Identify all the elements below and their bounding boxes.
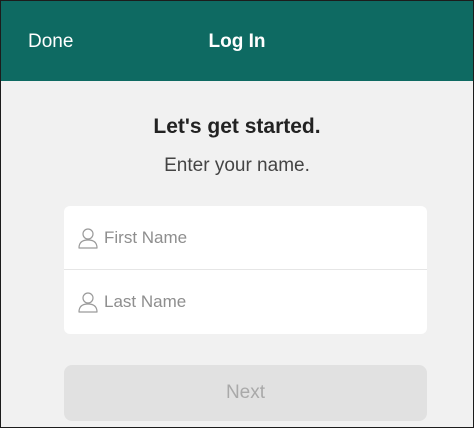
person-icon [78, 292, 98, 313]
page-heading: Let's get started. [153, 115, 321, 138]
next-button[interactable]: Next [64, 365, 427, 421]
navigation-bar: Done Log In [1, 1, 473, 81]
last-name-field[interactable] [64, 270, 427, 334]
last-name-input[interactable] [104, 288, 404, 316]
first-name-field[interactable] [64, 206, 427, 270]
first-name-input[interactable] [104, 224, 404, 252]
page-subheading: Enter your name. [164, 155, 310, 176]
login-screen: Done Log In Let's get started. Enter you… [0, 0, 474, 428]
person-icon [78, 228, 98, 249]
nav-title: Log In [208, 31, 266, 52]
name-form [64, 206, 427, 334]
